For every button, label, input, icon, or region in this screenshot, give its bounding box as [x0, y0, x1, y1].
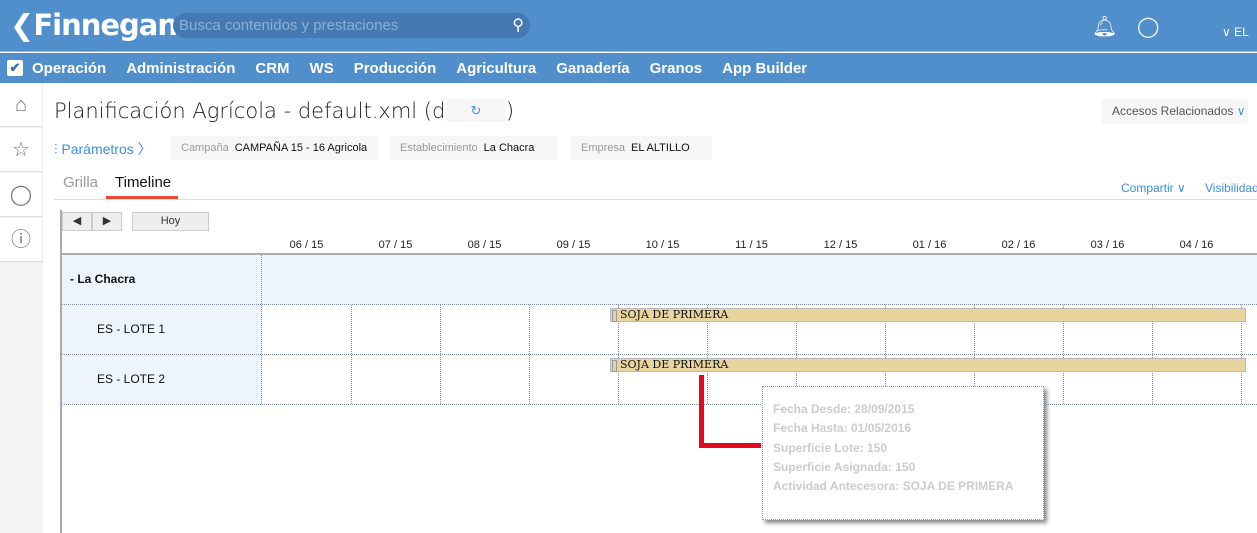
tooltip-line: Fecha Desde: 28/09/2015 [773, 402, 915, 416]
tab-grilla[interactable]: Grilla [63, 174, 98, 191]
sidebar: ⌂ ☆ ◯ ⓘ [0, 83, 43, 533]
timeline-header: 06 / 15 07 / 15 08 / 15 09 / 15 10 / 15 11 / … [62, 232, 1257, 255]
table-row: ES - LOTE 2 SOJA DE PRIMERA [62, 355, 1257, 405]
grid-line [351, 305, 352, 354]
annotation-line [699, 443, 761, 448]
group-label[interactable]: - La Chacra [62, 255, 262, 304]
timeline: ◀ ▶ Hoy 06 / 15 07 / 15 08 / 15 09 / 15 10 /… [60, 210, 1257, 533]
annotation-line [699, 375, 704, 448]
task-bar[interactable]: SOJA DE PRIMERA [610, 358, 1246, 372]
chat-icon[interactable]: ◯ [0, 173, 43, 217]
refresh-icon: ↻ [470, 103, 482, 118]
checkbox-icon[interactable]: ✔ [7, 60, 23, 76]
filter-campana[interactable]: Campaña CAMPAÑA 15 - 16 Agricola [171, 136, 378, 160]
tooltip-line: Fecha Hasta: 01/05/2016 [773, 421, 912, 436]
month-label: 08 / 15 [467, 239, 502, 251]
nav-administracion[interactable]: Administración [126, 60, 235, 77]
month-label: 11 / 15 [735, 239, 768, 251]
accesos-relacionados-dropdown[interactable]: Accesos Relacionados ∨ [1102, 99, 1248, 124]
filter-establecimiento[interactable]: Establecimiento La Chacra [390, 136, 558, 160]
row-label: ES - LOTE 2 [62, 355, 262, 404]
visibilidad-dropdown[interactable]: Visibilidad [1205, 181, 1257, 195]
logo-mark-icon: ❮ [10, 8, 34, 42]
today-button[interactable]: Hoy [132, 212, 209, 231]
month-label: 04 / 16 [1179, 239, 1214, 251]
help-icon[interactable]: ⓘ [0, 218, 43, 262]
month-label: 07 / 15 [378, 239, 413, 251]
month-label: 10 / 15 [645, 239, 680, 251]
main-nav: ✔ Operación Administración CRM WS Produc… [0, 53, 1257, 83]
compartir-dropdown[interactable]: Compartir ∨ [1121, 181, 1186, 195]
next-button[interactable]: ▶ [92, 212, 122, 231]
prev-button[interactable]: ◀ [62, 212, 92, 231]
row-label: ES - LOTE 1 [62, 305, 262, 354]
bell-icon[interactable]: 🔔︎ [1092, 14, 1117, 39]
task-tooltip: Fecha Desde: 28/09/2015 Fecha Hasta: 01/… [762, 386, 1044, 520]
nav-produccion[interactable]: Producción [354, 60, 437, 77]
nav-ws[interactable]: WS [310, 60, 334, 77]
refresh-button[interactable]: ↻ [447, 99, 505, 122]
divider [54, 199, 1257, 200]
star-icon[interactable]: ☆ [0, 128, 43, 172]
month-label: 01 / 16 [912, 239, 947, 251]
top-bar: ❮Finnegans Busca contenidos y prestacion… [0, 0, 1257, 52]
chevron-down-icon: ∨ [1222, 25, 1235, 39]
filter-empresa[interactable]: Empresa EL ALTILLO [571, 136, 712, 160]
month-label: 09 / 15 [556, 239, 591, 251]
task-bar[interactable]: SOJA DE PRIMERA [610, 308, 1246, 322]
search-input[interactable]: Busca contenidos y prestaciones ⚲ [173, 13, 530, 38]
user-menu[interactable]: ∨ EL [1222, 25, 1249, 39]
month-label: 06 / 15 [289, 239, 324, 251]
grid-line [529, 355, 530, 404]
month-label: 03 / 16 [1090, 239, 1125, 251]
search-icon[interactable]: ⚲ [512, 15, 524, 35]
nav-granos[interactable]: Granos [650, 60, 703, 77]
tooltip-line: Superficie Asignada: 150 [773, 459, 916, 474]
chevron-down-icon: ∨ [1177, 181, 1186, 195]
chevron-down-icon: ∨ [1236, 104, 1246, 118]
table-row: ES - LOTE 1 SOJA DE PRIMERA [62, 305, 1257, 355]
month-label: 12 / 15 [823, 239, 858, 251]
tooltip-line: Superficie Lote: 150 [773, 440, 888, 455]
finnegans-logo[interactable]: ❮Finnegans [10, 8, 194, 42]
grid-line [529, 305, 530, 354]
tooltip-line: Actividad Antecesora: SOJA DE PRIMERA [773, 479, 1014, 494]
group-row: - La Chacra [62, 255, 1257, 305]
tab-timeline[interactable]: Timeline [115, 174, 171, 191]
page-title: Planificación Agrícola - default.xml (de… [54, 99, 515, 123]
search-placeholder: Busca contenidos y prestaciones [179, 17, 399, 34]
grid-line [440, 305, 441, 354]
nav-crm[interactable]: CRM [255, 60, 289, 77]
month-label: 02 / 16 [1001, 239, 1036, 251]
nav-app-builder[interactable]: App Builder [722, 60, 807, 77]
user-icon[interactable]: ◯ [1137, 14, 1159, 39]
parametros-link[interactable]: ⫶ Parámetros 〉 [54, 139, 152, 159]
nav-operacion[interactable]: Operación [32, 60, 106, 77]
nav-agricultura[interactable]: Agricultura [456, 60, 536, 77]
nav-ganaderia[interactable]: Ganadería [556, 60, 629, 77]
grid-line [351, 355, 352, 404]
home-icon[interactable]: ⌂ [0, 83, 43, 127]
grid-line [440, 355, 441, 404]
